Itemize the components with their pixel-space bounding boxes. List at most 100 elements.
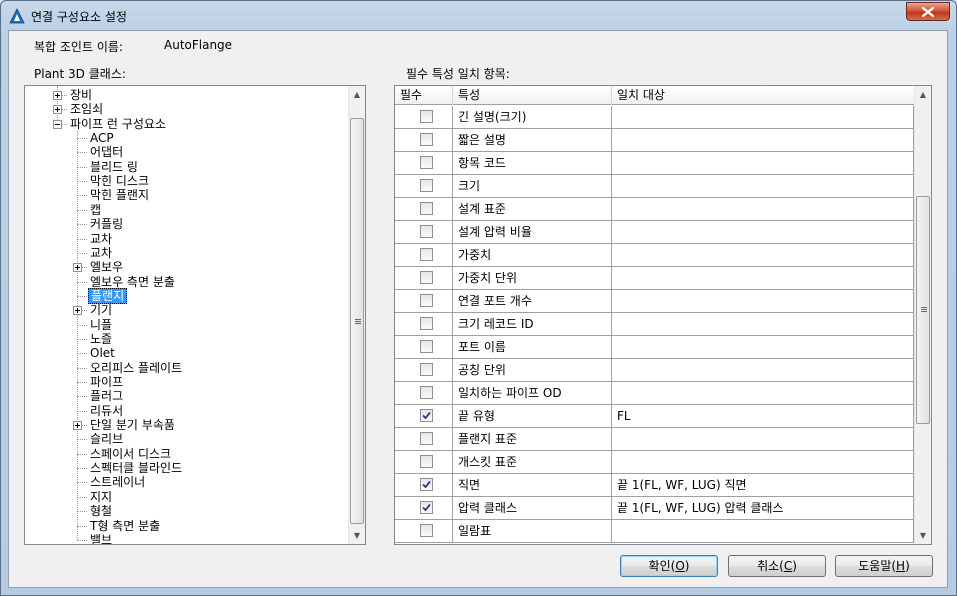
grid-row[interactable]: 가중치 단위 bbox=[395, 267, 914, 290]
tree-item[interactable]: 스펙터클 블라인드 bbox=[88, 461, 184, 475]
expand-plus-icon[interactable] bbox=[53, 105, 62, 115]
tree-item[interactable]: Olet bbox=[88, 346, 117, 360]
match-cell[interactable] bbox=[612, 267, 914, 289]
tree-item[interactable]: 밸브 bbox=[88, 533, 114, 544]
grid-row[interactable]: 일치하는 파이프 OD bbox=[395, 382, 914, 405]
required-checkbox[interactable] bbox=[420, 501, 433, 514]
match-cell[interactable] bbox=[612, 451, 914, 473]
tree-item[interactable]: 슬리브 bbox=[88, 432, 125, 446]
tree-item[interactable]: 캡 bbox=[88, 203, 103, 217]
grid-row[interactable]: 설계 압력 비율 bbox=[395, 221, 914, 244]
tree-item[interactable]: 지지 bbox=[88, 490, 114, 504]
required-checkbox[interactable] bbox=[420, 386, 433, 399]
title-bar[interactable]: 연결 구성요소 설정 bbox=[1, 1, 956, 31]
scroll-down-arrow-icon[interactable]: ▼ bbox=[349, 527, 365, 544]
tree-item[interactable]: 장비 bbox=[68, 88, 94, 102]
required-checkbox[interactable] bbox=[420, 340, 433, 353]
tree-item[interactable]: 엘보우 bbox=[88, 260, 125, 274]
grid-row[interactable]: 크기 레코드 ID bbox=[395, 313, 914, 336]
match-cell[interactable] bbox=[612, 152, 914, 174]
grid-row[interactable]: 크기 bbox=[395, 175, 914, 198]
tree-item[interactable]: 리듀서 bbox=[88, 404, 125, 418]
tree-item[interactable]: 커플링 bbox=[88, 217, 125, 231]
tree-item[interactable]: 단일 분기 부속품 bbox=[88, 418, 177, 432]
grid-row[interactable]: 일람표 bbox=[395, 520, 914, 543]
tree-item[interactable]: 노즐 bbox=[88, 332, 114, 346]
header-required[interactable]: 필수 bbox=[395, 86, 453, 105]
grid-row[interactable]: 연결 포트 개수 bbox=[395, 290, 914, 313]
tree-item[interactable]: 어댑터 bbox=[88, 145, 125, 159]
tree-item[interactable]: 파이프 런 구성요소 bbox=[68, 117, 168, 131]
tree-item[interactable]: 플랜지 bbox=[88, 287, 128, 304]
tree-item[interactable]: 블리드 링 bbox=[88, 160, 140, 174]
match-cell[interactable]: FL bbox=[612, 405, 914, 427]
expand-plus-icon[interactable] bbox=[53, 91, 62, 100]
required-checkbox[interactable] bbox=[420, 202, 433, 215]
tree-item[interactable]: 니플 bbox=[88, 318, 114, 332]
grid-scroll-down-arrow-icon[interactable]: ▼ bbox=[915, 527, 931, 544]
match-cell[interactable] bbox=[612, 520, 914, 542]
match-cell[interactable] bbox=[612, 129, 914, 151]
tree-item[interactable]: 기기 bbox=[88, 303, 114, 317]
grid-row[interactable]: 압력 클래스 끝 1(FL, WF, LUG) 압력 클래스 bbox=[395, 497, 914, 520]
match-cell[interactable] bbox=[612, 198, 914, 220]
required-checkbox[interactable] bbox=[420, 156, 433, 169]
required-checkbox[interactable] bbox=[420, 225, 433, 238]
required-checkbox[interactable] bbox=[420, 179, 433, 192]
grid-scrollbar[interactable]: ▲ ▼ bbox=[914, 86, 931, 544]
match-cell[interactable]: 끝 1(FL, WF, LUG) 압력 클래스 bbox=[612, 497, 914, 519]
tree-item[interactable]: 파이프 bbox=[88, 375, 125, 389]
grid-row[interactable]: 공칭 단위 bbox=[395, 359, 914, 382]
required-checkbox[interactable] bbox=[420, 409, 433, 422]
grid-row[interactable]: 플랜지 표준 bbox=[395, 428, 914, 451]
match-cell[interactable] bbox=[612, 382, 914, 404]
tree-item[interactable]: 조임쇠 bbox=[68, 102, 105, 116]
tree-item[interactable]: 형철 bbox=[88, 504, 114, 518]
ok-button[interactable]: 확인(O) bbox=[620, 555, 718, 577]
required-checkbox[interactable] bbox=[420, 363, 433, 376]
tree-item[interactable]: 막힌 플랜지 bbox=[88, 188, 151, 202]
grid-row[interactable]: 끝 유형 FL bbox=[395, 405, 914, 428]
grid-row[interactable]: 항목 코드 bbox=[395, 152, 914, 175]
match-cell[interactable] bbox=[612, 290, 914, 312]
tree-item[interactable]: 교차 bbox=[88, 246, 114, 260]
grid-row[interactable]: 개스킷 표준 bbox=[395, 451, 914, 474]
required-checkbox[interactable] bbox=[420, 524, 433, 537]
match-cell[interactable] bbox=[612, 244, 914, 266]
tree-item[interactable]: T형 측면 분출 bbox=[88, 519, 162, 533]
required-checkbox[interactable] bbox=[420, 110, 433, 123]
header-property[interactable]: 특성 bbox=[453, 86, 612, 105]
grid-row[interactable]: 긴 설명(크기) bbox=[395, 106, 914, 129]
cancel-button[interactable]: 취소(C) bbox=[728, 555, 826, 577]
required-checkbox[interactable] bbox=[420, 294, 433, 307]
property-grid[interactable]: 필수 특성 일치 대상 긴 설명(크기) 짧은 설명 항목 코드 크기 설계 표준 설계 … bbox=[394, 85, 932, 545]
tree-item[interactable]: 막힌 디스크 bbox=[88, 174, 151, 188]
required-checkbox[interactable] bbox=[420, 248, 433, 261]
tree-item[interactable]: 오리피스 플레이트 bbox=[88, 361, 184, 375]
grid-row[interactable]: 짧은 설명 bbox=[395, 129, 914, 152]
close-button[interactable] bbox=[906, 2, 950, 21]
collapse-minus-icon[interactable] bbox=[53, 119, 62, 129]
expand-plus-icon[interactable] bbox=[73, 421, 82, 431]
required-checkbox[interactable] bbox=[420, 133, 433, 146]
required-checkbox[interactable] bbox=[420, 455, 433, 468]
grid-row[interactable]: 포트 이름 bbox=[395, 336, 914, 359]
match-cell[interactable]: 끝 1(FL, WF, LUG) 직면 bbox=[612, 474, 914, 496]
scroll-up-arrow-icon[interactable]: ▲ bbox=[349, 86, 365, 103]
tree-item[interactable]: 교차 bbox=[88, 232, 114, 246]
required-checkbox[interactable] bbox=[420, 271, 433, 284]
expand-plus-icon[interactable] bbox=[73, 263, 82, 273]
required-checkbox[interactable] bbox=[420, 317, 433, 330]
match-cell[interactable] bbox=[612, 106, 914, 128]
help-button[interactable]: 도움말(H) bbox=[835, 555, 933, 577]
match-cell[interactable] bbox=[612, 221, 914, 243]
tree-item[interactable]: 플러그 bbox=[88, 389, 125, 403]
grid-row[interactable]: 직면 끝 1(FL, WF, LUG) 직면 bbox=[395, 474, 914, 497]
grid-scroll-up-arrow-icon[interactable]: ▲ bbox=[915, 86, 931, 103]
tree-item[interactable]: 엘보우 측면 분출 bbox=[88, 275, 177, 289]
match-cell[interactable] bbox=[612, 336, 914, 358]
tree-scrollbar[interactable]: ▲ ▼ bbox=[348, 86, 365, 544]
match-cell[interactable] bbox=[612, 428, 914, 450]
grid-scroll-thumb[interactable] bbox=[916, 196, 930, 424]
match-cell[interactable] bbox=[612, 313, 914, 335]
